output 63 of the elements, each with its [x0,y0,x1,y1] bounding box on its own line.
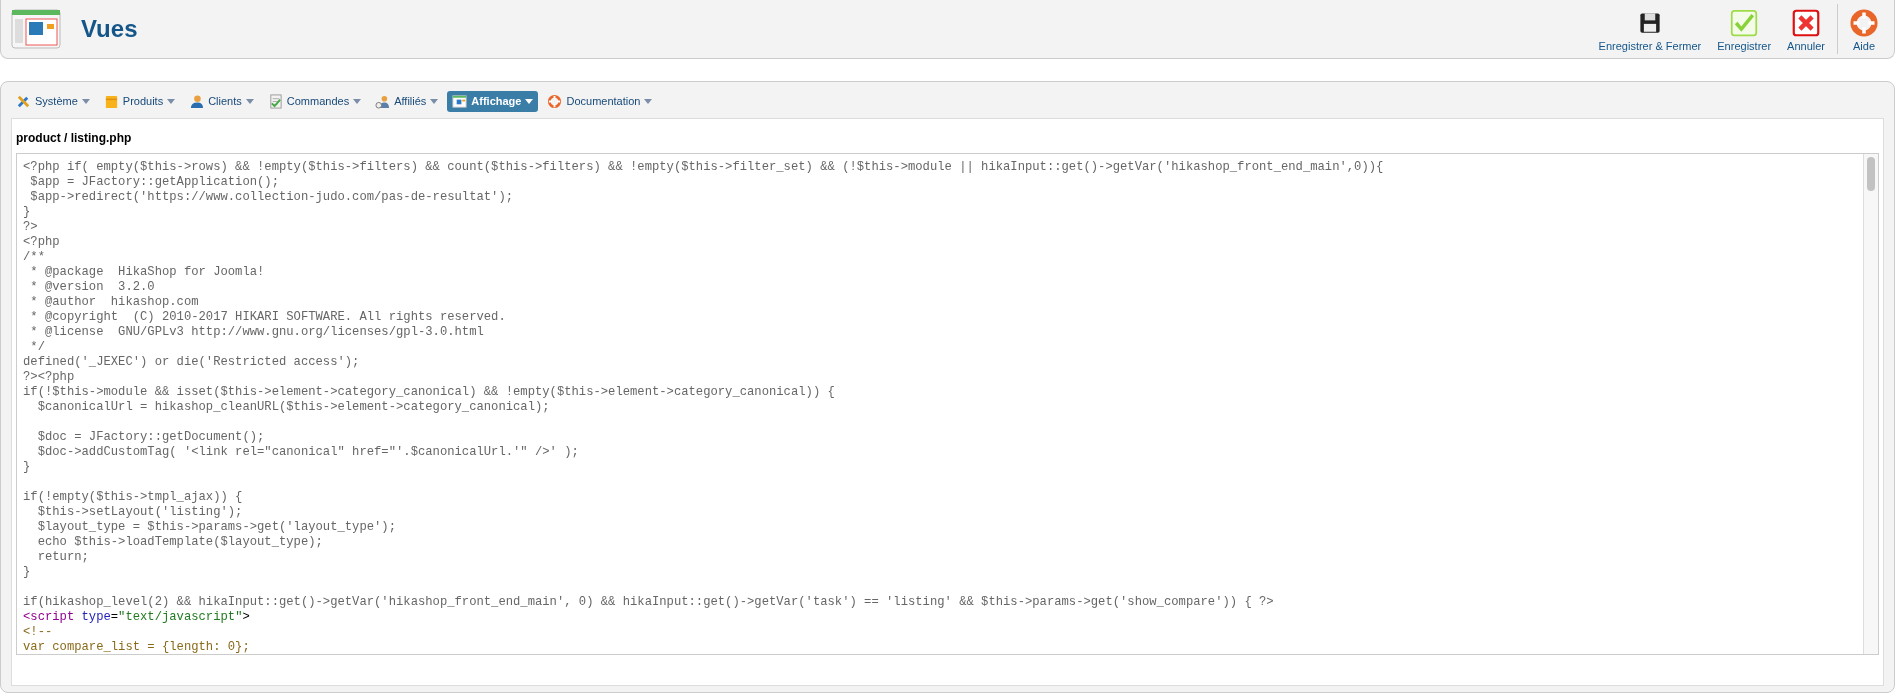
menu-item[interactable]: Commandes [262,90,367,112]
code-line: $app->redirect('https://www.collection-judo.com/pas-de-resultat'); [29,190,514,204]
code-line: var compare_list = {length: 0}; [23,640,250,654]
code-editor[interactable] [16,153,1879,655]
code-line: <?php if( empty($this->rows) && !empty($this->filters) && count($this->filters) && !empty($this->filter_set) && (!$this->module || hikaInput::get()->getVar('hikashop_front_end_main',0)){ [23,160,1384,174]
code-line: return; [36,550,89,564]
toolbar-button[interactable]: Annuler [1779,3,1833,58]
toolbar-button[interactable]: Aide [1842,3,1886,58]
code-line: <?php [23,235,60,249]
menu-item[interactable]: Documentation [542,90,658,112]
code-line: if(hikashop_level(2) && hikaInput::get()->getVar('hikashop_front_end_main', 0) && hikaInput::get()->getVar('task') == 'listing' && $this->params->get('show_compare')) { ?> [23,595,1274,609]
folder-icon [103,93,119,109]
code-line: echo $this->loadTemplate($layout_type); [36,535,323,549]
code-line: * @version 3.2.0 [29,280,155,294]
caret-icon [81,98,90,104]
caret-icon [245,98,254,104]
menu-item[interactable]: Affiliés [370,90,444,112]
menu-item[interactable]: Système [11,90,95,112]
code-line: * @copyright (C) 2010-2017 HIKARI SOFTWARE. All rights reserved. [29,310,506,324]
tools-icon [16,93,31,109]
code-line: ?><?php [23,370,75,384]
page-title: Vues [81,15,139,43]
code-line: ?> [23,220,38,234]
window-icon [452,93,468,109]
code-line: if(!$this->module && isset($this->element->category_canonical) && !empty($this->element->category_canonical)) { [23,385,835,399]
lifebuoy-icon [547,93,563,109]
caret-icon [167,98,176,104]
scrollbar[interactable] [1863,154,1878,654]
checkmark-icon [1730,9,1759,37]
menu-item[interactable]: Produits [98,90,181,112]
users-icon [375,93,391,109]
code-line: if(!empty($this->tmpl_ajax)) { [23,490,243,504]
cancel-icon [1792,9,1821,37]
lifebuoy-icon [1850,9,1878,37]
code-line: $app = JFactory::getApplication(); [29,175,279,189]
toolbar-button[interactable]: Enregistrer [1709,3,1780,58]
window-layout-icon [11,9,61,49]
code-line: } [23,205,31,219]
file-path: product / listing.php [16,130,133,147]
menu-item[interactable]: Affichage [447,90,539,112]
code-line: <script type="text/javascript"> [23,610,250,624]
code-line: /** [23,250,45,264]
caret-icon [644,98,653,104]
code-line: } [23,460,31,474]
caret-icon [430,98,439,104]
code-line: } [23,565,31,579]
code-line: <!-- [23,625,53,639]
code-line: $doc->addCustomTag( '<link rel="canonical" href="'.$canonicalUrl.'" />' ); [36,445,579,459]
code-line: * @license GNU/GPLv3 http://www.gnu.org/licenses/gpl-3.0.html [29,325,484,339]
document-icon [267,93,283,109]
user-icon [189,93,205,109]
code-line: $doc = JFactory::getDocument(); [36,430,265,444]
code-line: defined('_JEXEC') or die('Restricted access'); [23,355,360,369]
caret-icon [525,98,534,104]
code-line: * @package HikaShop for Joomla! [29,265,265,279]
code-line: $layout_type = $this->params->get('layout_type'); [36,520,396,534]
code-line: * @author hikashop.com [29,295,199,309]
caret-icon [353,98,362,104]
menu-item[interactable]: Clients [184,90,259,112]
code-line: $this->setLayout('listing'); [36,505,243,519]
code-line: $canonicalUrl = hikashop_cleanURL($this->element->category_canonical); [36,400,550,414]
toolbar-button[interactable]: Enregistrer & Fermer [1590,3,1710,58]
code-line: */ [29,340,45,354]
